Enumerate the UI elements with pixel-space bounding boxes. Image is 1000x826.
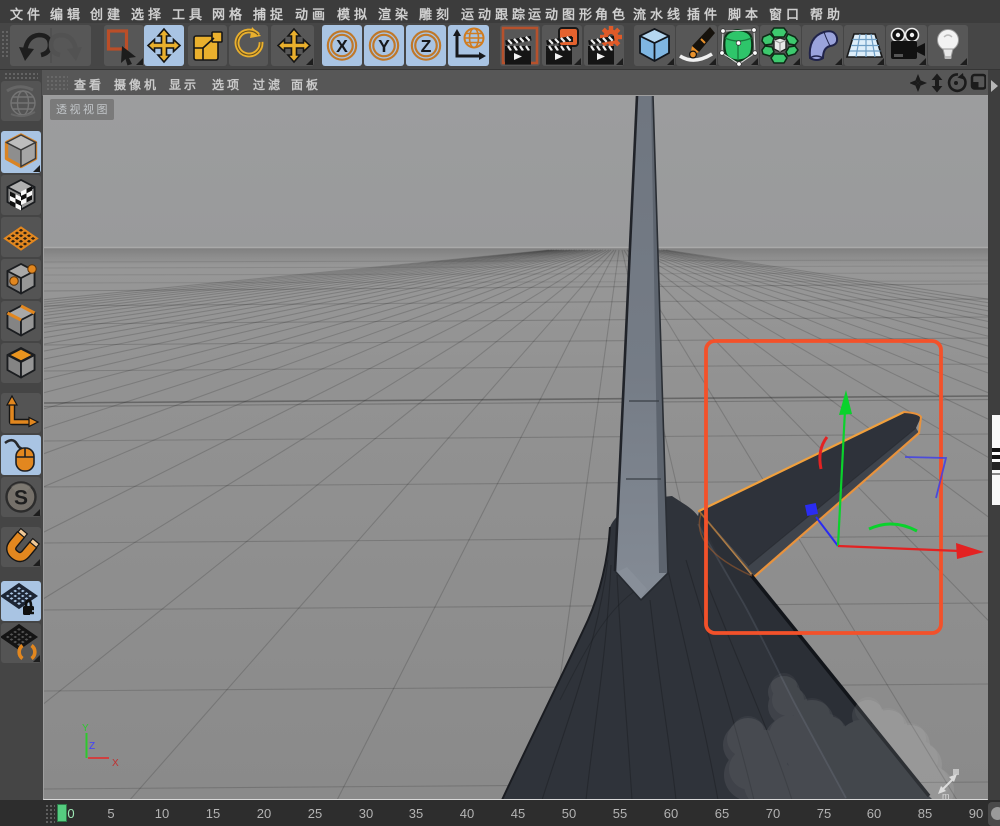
svg-text:Z: Z [421, 36, 432, 56]
svg-text:m: m [942, 791, 950, 799]
svg-text:Y: Y [378, 36, 390, 56]
svg-text:Y: Y [82, 723, 89, 734]
svg-text:X: X [112, 758, 119, 769]
svg-text:S: S [14, 487, 28, 510]
svg-text:Z: Z [89, 741, 95, 752]
svg-text:X: X [336, 36, 348, 56]
